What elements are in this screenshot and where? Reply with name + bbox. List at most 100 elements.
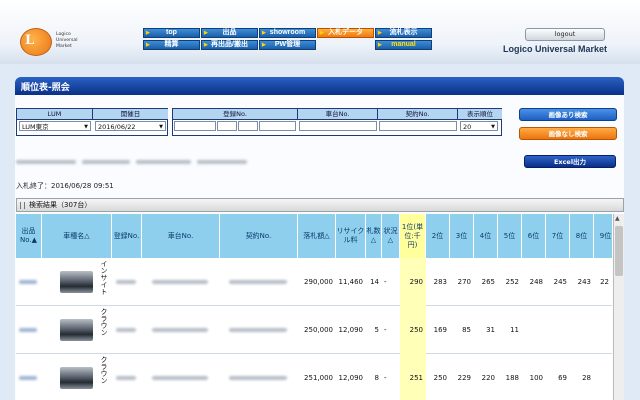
search-without-image-button[interactable]: 画像なし検索 — [519, 127, 617, 140]
rank-4-cell: 220 — [481, 374, 495, 382]
bid-count-cell: 8 — [374, 374, 379, 382]
col-listing-no[interactable]: 出品No.▲ — [16, 214, 42, 258]
nav-password[interactable]: PW管理 — [259, 40, 316, 50]
rank-8-cell — [570, 306, 594, 354]
reg-input-4[interactable] — [259, 121, 296, 131]
car-thumbnail[interactable] — [60, 271, 93, 293]
date-label: 開催日 — [93, 109, 168, 120]
rank-1-cell: 290 — [400, 258, 426, 306]
rank-3-cell: 270 — [457, 278, 471, 286]
reg-no-cell — [112, 306, 142, 354]
reg-input-3[interactable] — [238, 121, 258, 131]
rank-7-cell: 69 — [558, 374, 567, 382]
listing-no-cell — [16, 306, 42, 354]
rank-9-cell — [594, 306, 612, 354]
state-cell: - — [384, 278, 387, 286]
site-header: L LogicoUniversalMarket top 出品 showroom … — [0, 0, 640, 64]
rank-label: 表示順位 — [458, 109, 502, 120]
search-with-image-button[interactable]: 画像あり検索 — [519, 108, 617, 121]
col-bid-count[interactable]: 札数△ — [366, 214, 382, 258]
rank-4-cell: 265 — [481, 278, 495, 286]
contract-no-cell — [220, 354, 298, 400]
reg-input-2[interactable] — [217, 121, 237, 131]
car-thumbnail[interactable] — [60, 319, 93, 341]
nav-manual[interactable]: manual — [375, 40, 432, 50]
page-title-bar: 順位表-照会 — [15, 77, 624, 95]
rank-9-cell — [594, 354, 612, 400]
company-name: Logico Universal Market — [503, 44, 608, 54]
table-row[interactable]: クラウン 251,000 12,090 8 - 251 250 229 220 … — [16, 354, 612, 400]
bid-count-cell: 14 — [370, 278, 379, 286]
vertical-scrollbar[interactable]: ▲ — [613, 214, 624, 400]
contract-input[interactable] — [379, 121, 457, 131]
col-rank-5: 5位 — [498, 214, 522, 258]
nav-bid-data[interactable]: 入札データ — [317, 28, 374, 38]
recycle-fee-cell: 12,090 — [338, 326, 364, 334]
page-title: 順位表-照会 — [21, 83, 70, 93]
nav-settlement[interactable]: 精算 — [143, 40, 200, 50]
redacted-text — [16, 157, 251, 167]
rank-5-cell: 188 — [505, 374, 519, 382]
nav-showroom[interactable]: showroom — [259, 28, 316, 38]
rank-9-cell: 22 — [600, 278, 609, 286]
nav-relist[interactable]: 再出品/搬出 — [201, 40, 258, 50]
scroll-up-icon[interactable]: ▲ — [615, 215, 620, 222]
model-name: クラウン — [100, 356, 108, 384]
col-chassis-no: 車台No. — [142, 214, 220, 258]
col-rank-2: 2位 — [426, 214, 450, 258]
lum-select[interactable]: LUM東京 ▼ — [19, 121, 91, 131]
chassis-input[interactable] — [299, 121, 377, 131]
col-contract-no: 契約No. — [220, 214, 298, 258]
filter-lum-date: LUM 開催日 LUM東京 ▼ 2016/06/22 ▼ — [16, 108, 168, 136]
col-model[interactable]: 車種名△ — [42, 214, 112, 258]
state-cell: - — [384, 326, 387, 334]
logo-letter: L — [25, 33, 35, 48]
col-winning-bid[interactable]: 落札額△ — [298, 214, 336, 258]
filter-numbers: 登録No. 車台No. 契約No. 表示順位 20 ▼ — [172, 108, 502, 136]
car-thumbnail[interactable] — [60, 367, 93, 389]
table-row[interactable]: クラウン 250,000 12,090 5 - 250 169 85 31 11 — [16, 306, 612, 354]
scroll-thumb[interactable] — [615, 226, 623, 276]
rank-5-cell: 252 — [505, 278, 519, 286]
rank-1-cell: 251 — [400, 354, 426, 400]
col-state[interactable]: 状況△ — [382, 214, 400, 258]
logo-text: Logico Universal Market — [56, 32, 78, 49]
table-row[interactable]: インサイト 290,000 11,460 14 - 290 283 270 26… — [16, 258, 612, 306]
chassis-no-cell — [142, 258, 220, 306]
col-rank-4: 4位 — [474, 214, 498, 258]
contract-inputs — [379, 121, 457, 131]
logo: L Logico Universal Market — [20, 25, 100, 61]
col-rank-1: 1位(単位:千円) — [400, 214, 426, 258]
contract-label: 契約No. — [378, 109, 458, 120]
rank-select[interactable]: 20 ▼ — [460, 121, 498, 131]
rank-1-cell: 250 — [400, 306, 426, 354]
col-reg-no: 登録No. — [112, 214, 142, 258]
excel-output-button[interactable]: Excel出力 — [524, 155, 616, 168]
contract-no-cell — [220, 306, 298, 354]
rank-5-cell: 11 — [510, 326, 519, 334]
rank-8-cell: 243 — [577, 278, 591, 286]
rank-7-cell — [546, 306, 570, 354]
chevron-down-icon: ▼ — [159, 124, 163, 130]
main-nav: top 出品 showroom 入札データ 流札表示 精算 再出品/搬出 PW管… — [143, 28, 433, 50]
results-bar: 検索結果（307台） — [16, 198, 624, 212]
model-name: インサイト — [100, 260, 108, 295]
chassis-inputs — [299, 121, 377, 131]
chassis-label: 車台No. — [298, 109, 378, 120]
rank-4-cell: 31 — [486, 326, 495, 334]
reg-input-1[interactable] — [174, 121, 216, 131]
reg-no-cell — [112, 258, 142, 306]
reg-no-cell — [112, 354, 142, 400]
rank-2-cell: 250 — [433, 374, 447, 382]
winning-bid-cell: 251,000 — [304, 374, 333, 382]
nav-top[interactable]: top — [143, 28, 200, 38]
reg-label: 登録No. — [173, 109, 298, 120]
nav-listing[interactable]: 出品 — [201, 28, 258, 38]
date-select[interactable]: 2016/06/22 ▼ — [95, 121, 166, 131]
col-rank-8: 8位 — [570, 214, 594, 258]
winning-bid-cell: 250,000 — [304, 326, 333, 334]
nav-unsold[interactable]: 流札表示 — [375, 28, 432, 38]
logout-button[interactable]: logout — [525, 28, 605, 41]
listing-no-cell — [16, 258, 42, 306]
chassis-no-cell — [142, 306, 220, 354]
